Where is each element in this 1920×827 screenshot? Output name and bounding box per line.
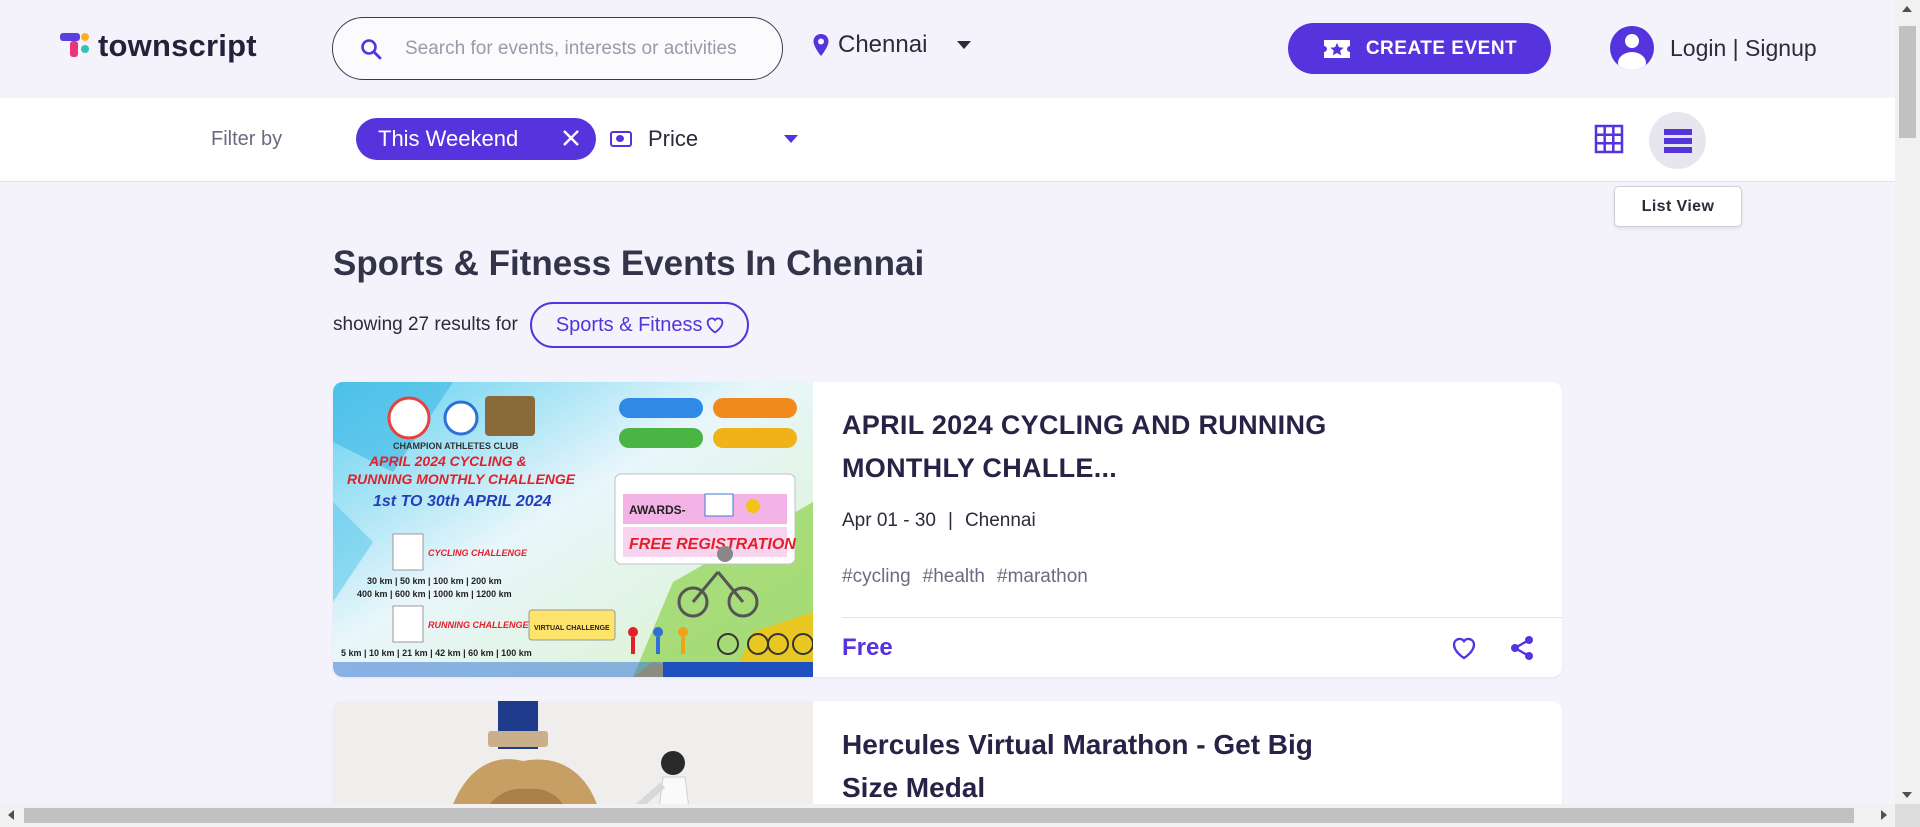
results-text: showing 27 results for xyxy=(333,314,518,335)
poster-running: RUNNING CHALLENGE xyxy=(428,620,529,630)
horizontal-scroll-thumb[interactable] xyxy=(24,808,1854,823)
event-date: Apr 01 - 30 xyxy=(842,510,936,531)
scrollbar-corner xyxy=(1895,804,1920,827)
poster-club: CHAMPION ATHLETES CLUB xyxy=(393,441,519,451)
scroll-up-icon[interactable] xyxy=(1902,6,1912,12)
event-price: Free xyxy=(842,634,893,661)
login-signup-link[interactable]: Login | Signup xyxy=(1610,26,1817,70)
page-title: Sports & Fitness Events In Chennai xyxy=(333,244,925,283)
event-tag[interactable]: #marathon xyxy=(997,566,1088,588)
brand-name: townscript xyxy=(98,28,257,63)
scroll-down-icon[interactable] xyxy=(1902,792,1912,798)
event-poster-image[interactable]: CHAMPION ATHLETES CLUB APRIL 2024 CYCLIN… xyxy=(333,382,813,677)
event-card-footer: Free xyxy=(842,617,1562,677)
scroll-left-icon[interactable] xyxy=(8,810,14,820)
money-icon xyxy=(610,131,632,147)
heart-outline-icon[interactable] xyxy=(1450,634,1478,662)
chevron-down-icon xyxy=(784,135,799,143)
poster-cyc-dist2: 400 km | 600 km | 1000 km | 1200 km xyxy=(357,589,512,599)
horizontal-scrollbar[interactable] xyxy=(0,804,1895,827)
price-filter-dropdown[interactable]: Price xyxy=(610,126,799,152)
user-avatar-icon xyxy=(1610,26,1654,70)
poster-free-reg: FREE REGISTRATION xyxy=(629,536,796,553)
vertical-scroll-thumb[interactable] xyxy=(1899,26,1916,138)
city-selector[interactable]: Chennai xyxy=(812,31,972,59)
poster-dates: 1st TO 30th APRIL 2024 xyxy=(373,493,552,510)
chevron-down-icon xyxy=(957,41,972,49)
category-chip-label: Sports & Fitness xyxy=(555,313,703,336)
list-view-button[interactable] xyxy=(1649,112,1706,169)
city-name: Chennai xyxy=(838,31,928,58)
price-filter-label: Price xyxy=(648,126,699,151)
poster-virtual: VIRTUAL CHALLENGE xyxy=(534,625,610,632)
list-view-tooltip: List View xyxy=(1614,186,1742,227)
brand-logo[interactable]: townscript xyxy=(60,28,257,64)
poster-awards: AWARDS- xyxy=(629,503,686,517)
filter-bar: Filter by This Weekend Price xyxy=(0,98,1895,182)
poster-line1: APRIL 2024 CYCLING & xyxy=(368,453,527,469)
poster-art: CHAMPION ATHLETES CLUB APRIL 2024 CYCLIN… xyxy=(333,382,813,677)
logo-mark-icon xyxy=(60,31,90,61)
event-meta: Apr 01 - 30 | Chennai xyxy=(842,510,1036,532)
category-chip[interactable]: Sports & Fitness xyxy=(529,302,749,348)
event-title[interactable]: Hercules Virtual Marathon - Get Big Size… xyxy=(842,723,1362,809)
vertical-scrollbar[interactable] xyxy=(1895,0,1920,804)
event-tags: #cycling #health #marathon xyxy=(842,566,1088,588)
filter-label: Filter by xyxy=(211,128,283,150)
event-card[interactable]: CHAMPION ATHLETES CLUB APRIL 2024 CYCLIN… xyxy=(333,382,1562,677)
filter-chip-this-weekend[interactable]: This Weekend xyxy=(356,118,596,160)
create-event-label: CREATE EVENT xyxy=(1365,37,1518,59)
event-location: Chennai xyxy=(964,510,1036,531)
meta-separator: | xyxy=(948,510,953,531)
grid-view-icon[interactable] xyxy=(1594,124,1624,154)
filter-chip-label: This Weekend xyxy=(378,126,519,151)
search-icon xyxy=(361,38,382,59)
share-icon[interactable] xyxy=(1508,634,1536,662)
scroll-right-icon[interactable] xyxy=(1881,810,1887,820)
ticket-star-icon xyxy=(1323,39,1350,58)
heart-outline-icon[interactable] xyxy=(705,316,725,334)
poster-line2: RUNNING MONTHLY CHALLENGE xyxy=(347,471,576,487)
event-tag[interactable]: #health xyxy=(923,566,985,588)
close-icon[interactable] xyxy=(560,127,582,149)
event-tag[interactable]: #cycling xyxy=(842,566,911,588)
login-label: Login | Signup xyxy=(1670,34,1817,61)
create-event-button[interactable]: CREATE EVENT xyxy=(1288,23,1551,74)
search-input[interactable] xyxy=(405,37,765,60)
list-view-icon xyxy=(1663,128,1692,153)
poster-cycling: CYCLING CHALLENGE xyxy=(428,548,528,558)
search-box[interactable] xyxy=(332,17,783,80)
results-summary: showing 27 results for Sports & Fitness xyxy=(333,302,749,348)
top-header: townscript Chennai CREATE EVENT Login | … xyxy=(0,0,1895,98)
event-title[interactable]: APRIL 2024 CYCLING AND RUNNING MONTHLY C… xyxy=(842,404,1362,490)
location-pin-icon xyxy=(813,34,829,56)
poster-run-dist: 5 km | 10 km | 21 km | 42 km | 60 km | 1… xyxy=(341,648,532,658)
poster-cyc-dist1: 30 km | 50 km | 100 km | 200 km xyxy=(367,576,502,586)
